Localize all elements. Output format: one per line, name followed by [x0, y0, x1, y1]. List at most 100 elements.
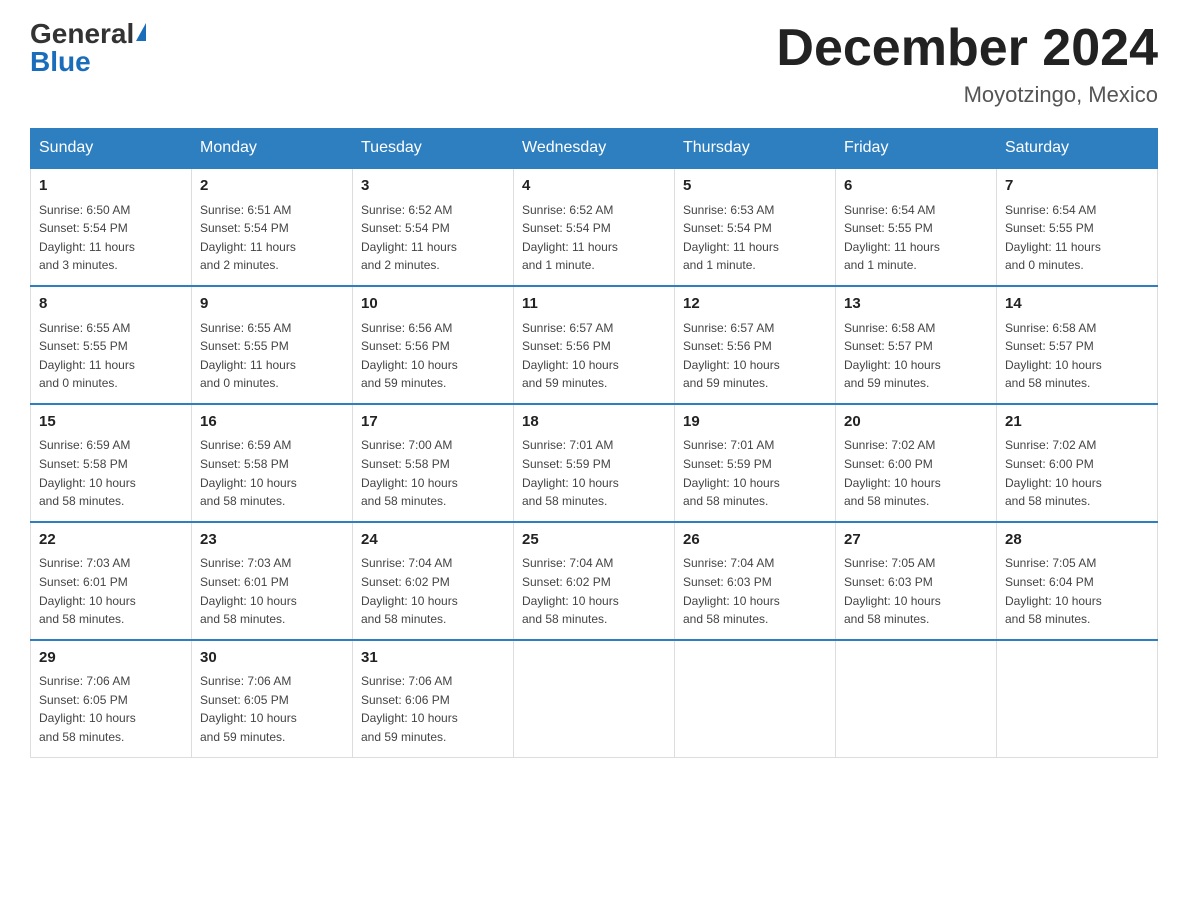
day-info: Sunrise: 6:58 AMSunset: 5:57 PMDaylight:… [844, 319, 988, 393]
day-info: Sunrise: 7:04 AMSunset: 6:03 PMDaylight:… [683, 554, 827, 628]
calendar-cell: 12Sunrise: 6:57 AMSunset: 5:56 PMDayligh… [675, 286, 836, 404]
title-area: December 2024 Moyotzingo, Mexico [776, 20, 1158, 108]
day-header-saturday: Saturday [997, 129, 1158, 169]
calendar-cell: 13 Sunrise: 6:58 AMSunset: 5:57 PMDayligh… [836, 286, 997, 404]
logo: General Blue [30, 20, 146, 76]
day-number: 31 [361, 647, 505, 670]
calendar-cell: 27Sunrise: 7:05 AMSunset: 6:03 PMDayligh… [836, 522, 997, 640]
day-number: 12 [683, 293, 827, 316]
day-info: Sunrise: 7:04 AMSunset: 6:02 PMDaylight:… [522, 554, 666, 628]
calendar-cell: 16Sunrise: 6:59 AMSunset: 5:58 PMDayligh… [192, 404, 353, 522]
header: General Blue December 2024 Moyotzingo, M… [30, 20, 1158, 108]
day-number: 8 [39, 293, 183, 316]
week-row-4: 22Sunrise: 7:03 AMSunset: 6:01 PMDayligh… [31, 522, 1158, 640]
week-row-2: 8 Sunrise: 6:55 AMSunset: 5:55 PMDaylight… [31, 286, 1158, 404]
day-header-sunday: Sunday [31, 129, 192, 169]
day-number: 30 [200, 647, 344, 670]
day-info: Sunrise: 7:03 AMSunset: 6:01 PMDaylight:… [39, 554, 183, 628]
day-number: 28 [1005, 529, 1149, 552]
calendar-cell: 17Sunrise: 7:00 AMSunset: 5:58 PMDayligh… [353, 404, 514, 522]
day-info: Sunrise: 7:06 AMSunset: 6:05 PMDaylight:… [200, 672, 344, 746]
calendar-cell: 10Sunrise: 6:56 AMSunset: 5:56 PMDayligh… [353, 286, 514, 404]
day-number: 15 [39, 411, 183, 434]
day-number: 9 [200, 293, 344, 316]
calendar-cell [997, 640, 1158, 757]
calendar-cell: 7 Sunrise: 6:54 AMSunset: 5:55 PMDaylight… [997, 168, 1158, 286]
day-number: 4 [522, 175, 666, 198]
day-number: 14 [1005, 293, 1149, 316]
day-number: 27 [844, 529, 988, 552]
day-info: Sunrise: 7:05 AMSunset: 6:04 PMDaylight:… [1005, 554, 1149, 628]
day-info: Sunrise: 6:57 AMSunset: 5:56 PMDaylight:… [522, 319, 666, 393]
day-info: Sunrise: 7:06 AMSunset: 6:06 PMDaylight:… [361, 672, 505, 746]
day-number: 22 [39, 529, 183, 552]
day-number: 17 [361, 411, 505, 434]
day-number: 29 [39, 647, 183, 670]
day-info: Sunrise: 6:55 AMSunset: 5:55 PMDaylight:… [39, 319, 183, 393]
day-info: Sunrise: 7:04 AMSunset: 6:02 PMDaylight:… [361, 554, 505, 628]
day-info: Sunrise: 6:59 AMSunset: 5:58 PMDaylight:… [39, 436, 183, 510]
day-number: 16 [200, 411, 344, 434]
day-info: Sunrise: 7:01 AMSunset: 5:59 PMDaylight:… [522, 436, 666, 510]
week-row-5: 29Sunrise: 7:06 AMSunset: 6:05 PMDayligh… [31, 640, 1158, 757]
day-number: 19 [683, 411, 827, 434]
day-number: 2 [200, 175, 344, 198]
day-number: 23 [200, 529, 344, 552]
day-info: Sunrise: 7:01 AMSunset: 5:59 PMDaylight:… [683, 436, 827, 510]
day-number: 7 [1005, 175, 1149, 198]
calendar-cell: 26Sunrise: 7:04 AMSunset: 6:03 PMDayligh… [675, 522, 836, 640]
calendar-cell: 23Sunrise: 7:03 AMSunset: 6:01 PMDayligh… [192, 522, 353, 640]
day-header-monday: Monday [192, 129, 353, 169]
calendar-cell [836, 640, 997, 757]
calendar-cell: 5 Sunrise: 6:53 AMSunset: 5:54 PMDaylight… [675, 168, 836, 286]
day-info: Sunrise: 6:50 AMSunset: 5:54 PMDaylight:… [39, 201, 183, 275]
day-info: Sunrise: 6:58 AMSunset: 5:57 PMDaylight:… [1005, 319, 1149, 393]
day-number: 24 [361, 529, 505, 552]
calendar-cell: 6 Sunrise: 6:54 AMSunset: 5:55 PMDaylight… [836, 168, 997, 286]
calendar-cell: 9Sunrise: 6:55 AMSunset: 5:55 PMDaylight… [192, 286, 353, 404]
calendar-cell: 19Sunrise: 7:01 AMSunset: 5:59 PMDayligh… [675, 404, 836, 522]
logo-blue-text: Blue [30, 48, 91, 76]
calendar-cell: 29Sunrise: 7:06 AMSunset: 6:05 PMDayligh… [31, 640, 192, 757]
day-number: 21 [1005, 411, 1149, 434]
calendar-cell: 1 Sunrise: 6:50 AMSunset: 5:54 PMDaylight… [31, 168, 192, 286]
day-number: 20 [844, 411, 988, 434]
calendar-cell: 31Sunrise: 7:06 AMSunset: 6:06 PMDayligh… [353, 640, 514, 757]
day-info: Sunrise: 6:54 AMSunset: 5:55 PMDaylight:… [844, 201, 988, 275]
calendar-cell: 25Sunrise: 7:04 AMSunset: 6:02 PMDayligh… [514, 522, 675, 640]
day-info: Sunrise: 7:03 AMSunset: 6:01 PMDaylight:… [200, 554, 344, 628]
calendar-cell [514, 640, 675, 757]
day-number: 13 [844, 293, 988, 316]
calendar-table: SundayMondayTuesdayWednesdayThursdayFrid… [30, 128, 1158, 757]
day-info: Sunrise: 6:53 AMSunset: 5:54 PMDaylight:… [683, 201, 827, 275]
calendar-cell: 30Sunrise: 7:06 AMSunset: 6:05 PMDayligh… [192, 640, 353, 757]
calendar-cell: 21Sunrise: 7:02 AMSunset: 6:00 PMDayligh… [997, 404, 1158, 522]
calendar-cell: 15Sunrise: 6:59 AMSunset: 5:58 PMDayligh… [31, 404, 192, 522]
day-number: 18 [522, 411, 666, 434]
day-number: 5 [683, 175, 827, 198]
day-info: Sunrise: 7:02 AMSunset: 6:00 PMDaylight:… [844, 436, 988, 510]
day-info: Sunrise: 6:51 AMSunset: 5:54 PMDaylight:… [200, 201, 344, 275]
calendar-cell: 20Sunrise: 7:02 AMSunset: 6:00 PMDayligh… [836, 404, 997, 522]
day-number: 1 [39, 175, 183, 198]
day-info: Sunrise: 6:54 AMSunset: 5:55 PMDaylight:… [1005, 201, 1149, 275]
logo-triangle-icon [136, 23, 146, 41]
day-header-thursday: Thursday [675, 129, 836, 169]
calendar-cell: 2 Sunrise: 6:51 AMSunset: 5:54 PMDaylight… [192, 168, 353, 286]
day-header-tuesday: Tuesday [353, 129, 514, 169]
day-number: 25 [522, 529, 666, 552]
day-info: Sunrise: 7:06 AMSunset: 6:05 PMDaylight:… [39, 672, 183, 746]
day-number: 6 [844, 175, 988, 198]
day-header-wednesday: Wednesday [514, 129, 675, 169]
day-info: Sunrise: 7:00 AMSunset: 5:58 PMDaylight:… [361, 436, 505, 510]
day-number: 11 [522, 293, 666, 316]
calendar-cell: 4 Sunrise: 6:52 AMSunset: 5:54 PMDaylight… [514, 168, 675, 286]
day-header-friday: Friday [836, 129, 997, 169]
header-row: SundayMondayTuesdayWednesdayThursdayFrid… [31, 129, 1158, 169]
day-info: Sunrise: 6:56 AMSunset: 5:56 PMDaylight:… [361, 319, 505, 393]
week-row-1: 1 Sunrise: 6:50 AMSunset: 5:54 PMDaylight… [31, 168, 1158, 286]
calendar-cell: 8 Sunrise: 6:55 AMSunset: 5:55 PMDaylight… [31, 286, 192, 404]
day-info: Sunrise: 6:59 AMSunset: 5:58 PMDaylight:… [200, 436, 344, 510]
week-row-3: 15Sunrise: 6:59 AMSunset: 5:58 PMDayligh… [31, 404, 1158, 522]
day-info: Sunrise: 6:52 AMSunset: 5:54 PMDaylight:… [522, 201, 666, 275]
